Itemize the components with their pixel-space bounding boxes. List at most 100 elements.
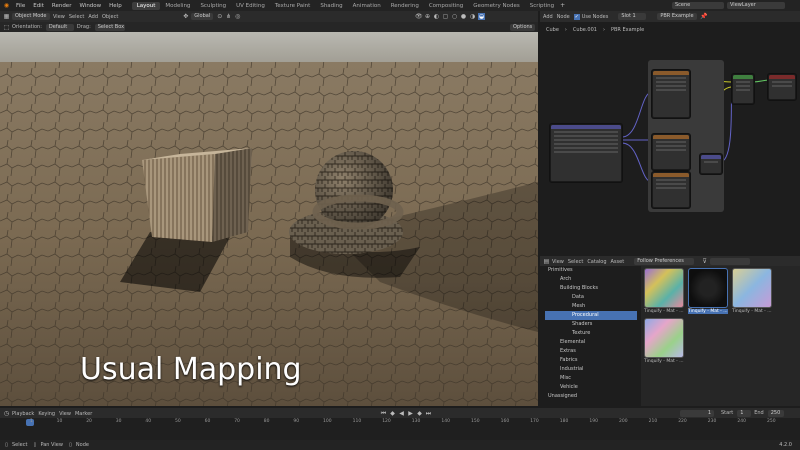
catalog-item-procedural[interactable]: Procedural: [545, 311, 637, 320]
play-icon[interactable]: ▶: [407, 410, 414, 417]
pivot-icon[interactable]: ⊙: [216, 13, 223, 20]
asset-tile[interactable]: Tinquify - Mat - ...: [732, 268, 772, 314]
menu-item-select[interactable]: Select: [568, 259, 583, 265]
move-icon[interactable]: ✥: [182, 13, 189, 20]
menu-item-help[interactable]: Help: [109, 3, 122, 9]
use-nodes-checkbox[interactable]: ✓: [573, 13, 580, 20]
menu-item-select[interactable]: Select: [69, 14, 84, 20]
proportional-edit-icon[interactable]: ◎: [234, 13, 241, 20]
catalog-item-misc[interactable]: Misc: [545, 374, 637, 383]
bsdf-node[interactable]: [732, 74, 754, 104]
current-frame-field[interactable]: 1: [680, 409, 714, 417]
tab-scripting[interactable]: Scripting: [525, 2, 559, 10]
menu-item-file[interactable]: File: [16, 3, 25, 9]
menu-item-add[interactable]: Add: [543, 14, 553, 20]
menu-item-add[interactable]: Add: [88, 14, 98, 20]
next-keyframe-icon[interactable]: ◆: [416, 410, 423, 417]
jump-start-icon[interactable]: ⏮: [380, 410, 387, 417]
3d-viewport[interactable]: Usual Mapping: [0, 32, 538, 406]
overlay-icon[interactable]: ◐: [433, 13, 440, 20]
menu-item-edit[interactable]: Edit: [33, 3, 44, 9]
gizmo-icon[interactable]: ⊕: [424, 13, 431, 20]
menu-item-window[interactable]: Window: [79, 3, 101, 9]
catalog-item-industrial[interactable]: Industrial: [545, 365, 637, 374]
mode-selector[interactable]: Object Mode: [12, 13, 50, 20]
menu-item-object[interactable]: Object: [102, 14, 118, 20]
menu-item-marker[interactable]: Marker: [75, 411, 92, 417]
shading-rendered-icon[interactable]: ◒: [478, 13, 485, 20]
shading-material-icon[interactable]: ◑: [469, 13, 476, 20]
transform-orientation[interactable]: Global: [191, 13, 214, 20]
catalog-item-building-blocks[interactable]: Building Blocks: [545, 284, 637, 293]
mapping-node[interactable]: [550, 124, 622, 182]
catalog-item-shaders[interactable]: Shaders: [545, 320, 637, 329]
tab-rendering[interactable]: Rendering: [386, 2, 424, 10]
tab-shading[interactable]: Shading: [315, 2, 347, 10]
asset-tile[interactable]: Tinquify - Mat - ...: [644, 318, 684, 364]
scene-selector[interactable]: Scene: [672, 2, 724, 9]
catalog-item-extras[interactable]: Extras: [545, 347, 637, 356]
texture-node[interactable]: [652, 134, 690, 170]
visibility-icon[interactable]: 👁: [415, 13, 423, 20]
select-tool-icon[interactable]: ⬚: [3, 24, 10, 31]
catalog-item-fabrics[interactable]: Fabrics: [545, 356, 637, 365]
menu-item-catalog[interactable]: Catalog: [587, 259, 606, 265]
catalog-item-arch[interactable]: Arch: [545, 275, 637, 284]
tab-texture-paint[interactable]: Texture Paint: [270, 2, 316, 10]
editor-type-icon[interactable]: ▤: [543, 258, 550, 265]
menu-item-asset[interactable]: Asset: [611, 259, 625, 265]
shading-solid-icon[interactable]: ●: [460, 13, 467, 20]
catalog-item-texture[interactable]: Texture: [545, 329, 637, 338]
tab-uv-editing[interactable]: UV Editing: [231, 2, 270, 10]
orientation-selector[interactable]: Default: [45, 23, 74, 31]
tab-modeling[interactable]: Modeling: [160, 2, 195, 10]
xray-icon[interactable]: ▢: [442, 13, 449, 20]
add-workspace-icon[interactable]: +: [559, 2, 566, 9]
pin-icon[interactable]: 📌: [700, 13, 707, 20]
prev-keyframe-icon[interactable]: ◆: [389, 410, 396, 417]
texture-node[interactable]: [652, 70, 690, 118]
editor-type-icon[interactable]: ◷: [3, 410, 10, 417]
menu-item-view[interactable]: View: [59, 411, 71, 417]
timeline-ruler[interactable]: 1 10 20 30 40 50 60 70 80 90 100 110 120 130 140 150 160…: [0, 418, 800, 440]
node-editor-canvas[interactable]: Cube › Cube.001 › PBR Example: [540, 22, 800, 254]
shading-wire-icon[interactable]: ○: [451, 13, 458, 20]
menu-item-view[interactable]: View: [552, 259, 564, 265]
options-button[interactable]: Options: [510, 23, 536, 31]
menu-item-keying[interactable]: Keying: [38, 411, 55, 417]
catalog-item-unassigned[interactable]: Unassigned: [545, 392, 637, 401]
play-reverse-icon[interactable]: ◀: [398, 410, 405, 417]
start-frame-field[interactable]: 1: [737, 409, 752, 417]
texture-node[interactable]: [652, 172, 690, 208]
tab-layout[interactable]: Layout: [131, 1, 161, 10]
blender-logo-icon[interactable]: ◉: [3, 2, 10, 9]
drag-selector[interactable]: Select Box: [94, 23, 125, 31]
menu-item-render[interactable]: Render: [52, 3, 72, 9]
menu-item-playback[interactable]: Playback: [12, 411, 34, 417]
jump-end-icon[interactable]: ⏭: [425, 410, 432, 417]
catalog-item-vehicle[interactable]: Vehicle: [545, 383, 637, 392]
tab-compositing[interactable]: Compositing: [424, 2, 468, 10]
normal-map-node[interactable]: [700, 154, 722, 174]
catalog-item-data[interactable]: Data: [545, 293, 637, 302]
tab-sculpting[interactable]: Sculpting: [195, 2, 231, 10]
snap-icon[interactable]: ⋔: [225, 13, 232, 20]
material-output-node[interactable]: [768, 74, 796, 100]
catalog-item-mesh[interactable]: Mesh: [545, 302, 637, 311]
editor-type-icon[interactable]: ▦: [3, 13, 10, 20]
tab-geometry-nodes[interactable]: Geometry Nodes: [468, 2, 524, 10]
catalog-item-elemental[interactable]: Elemental: [545, 338, 637, 347]
asset-tile[interactable]: Tinquify - Mat - ...: [688, 268, 728, 314]
view-layer-selector[interactable]: ViewLayer: [727, 2, 785, 9]
end-frame-field[interactable]: 250: [767, 409, 784, 417]
tab-animation[interactable]: Animation: [348, 2, 386, 10]
search-field[interactable]: [710, 257, 751, 265]
asset-tile[interactable]: Tinquify - Mat - ...: [644, 268, 684, 314]
filter-icon[interactable]: ⊽: [701, 258, 708, 265]
slot-selector[interactable]: Slot 1: [618, 13, 647, 20]
catalog-item-primitives[interactable]: Primitives: [545, 266, 637, 275]
menu-item-view[interactable]: View: [53, 14, 65, 20]
import-method-selector[interactable]: Follow Preferences: [634, 257, 695, 265]
material-selector[interactable]: PBR Example: [657, 13, 698, 20]
menu-item-node[interactable]: Node: [557, 14, 570, 20]
